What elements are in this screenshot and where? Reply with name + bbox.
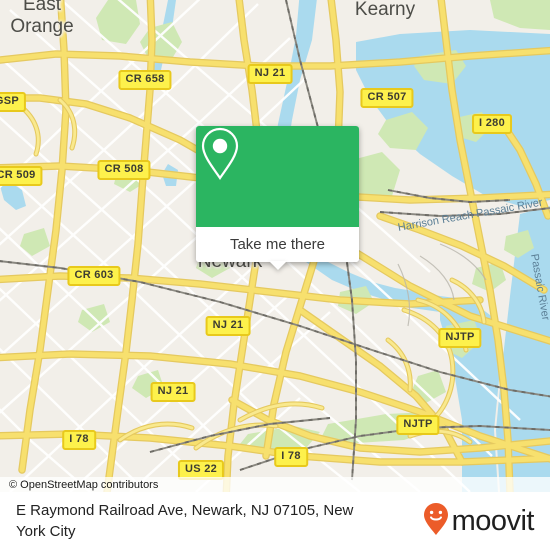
road-shield-njtp-north: NJTP xyxy=(438,328,482,348)
road-shield-cr-658: CR 658 xyxy=(118,70,172,90)
road-shield-i-280: I 280 xyxy=(472,114,512,134)
road-shield-gsp: GSP xyxy=(0,92,27,112)
card-icon-area xyxy=(196,126,359,227)
place-label-line: Orange xyxy=(10,16,74,37)
place-label-east-orange: East Orange xyxy=(10,0,73,38)
road-shield-i-78-east: I 78 xyxy=(274,447,308,467)
address-text: E Raymond Railroad Ave, Newark, NJ 07105… xyxy=(16,502,354,540)
road-shield-njtp-south: NJTP xyxy=(396,415,440,435)
road-shield-cr-507: CR 507 xyxy=(360,88,414,108)
osm-attribution[interactable]: © OpenStreetMap contributors xyxy=(0,477,550,492)
footer-bar: E Raymond Railroad Ave, Newark, NJ 07105… xyxy=(0,492,550,550)
road-shield-nj-21-mid: NJ 21 xyxy=(205,316,251,336)
map-canvas[interactable]: East Orange Kearny Newark Harrison Reach… xyxy=(0,0,550,492)
road-shield-cr-603: CR 603 xyxy=(67,266,121,286)
place-label-kearny: Kearny xyxy=(354,0,416,20)
road-shield-i-78-west: I 78 xyxy=(62,430,96,450)
map-screenshot: East Orange Kearny Newark Harrison Reach… xyxy=(0,0,550,550)
card-action-area[interactable]: Take me there xyxy=(196,227,359,262)
moovit-logo[interactable]: moovit xyxy=(422,502,535,541)
moovit-smiley-pin-icon xyxy=(422,502,450,541)
road-shield-nj-21-south: NJ 21 xyxy=(150,382,196,402)
take-me-there-card[interactable]: Take me there xyxy=(196,126,359,270)
road-shield-cr-509: CR 509 xyxy=(0,166,43,186)
place-label-line: East xyxy=(22,0,62,15)
take-me-there-label: Take me there xyxy=(229,236,326,253)
card-pointer-tail xyxy=(268,261,287,270)
moovit-wordmark: moovit xyxy=(451,504,535,537)
road-shield-cr-508: CR 508 xyxy=(97,160,151,180)
road-shield-nj-21-north: NJ 21 xyxy=(247,64,293,84)
